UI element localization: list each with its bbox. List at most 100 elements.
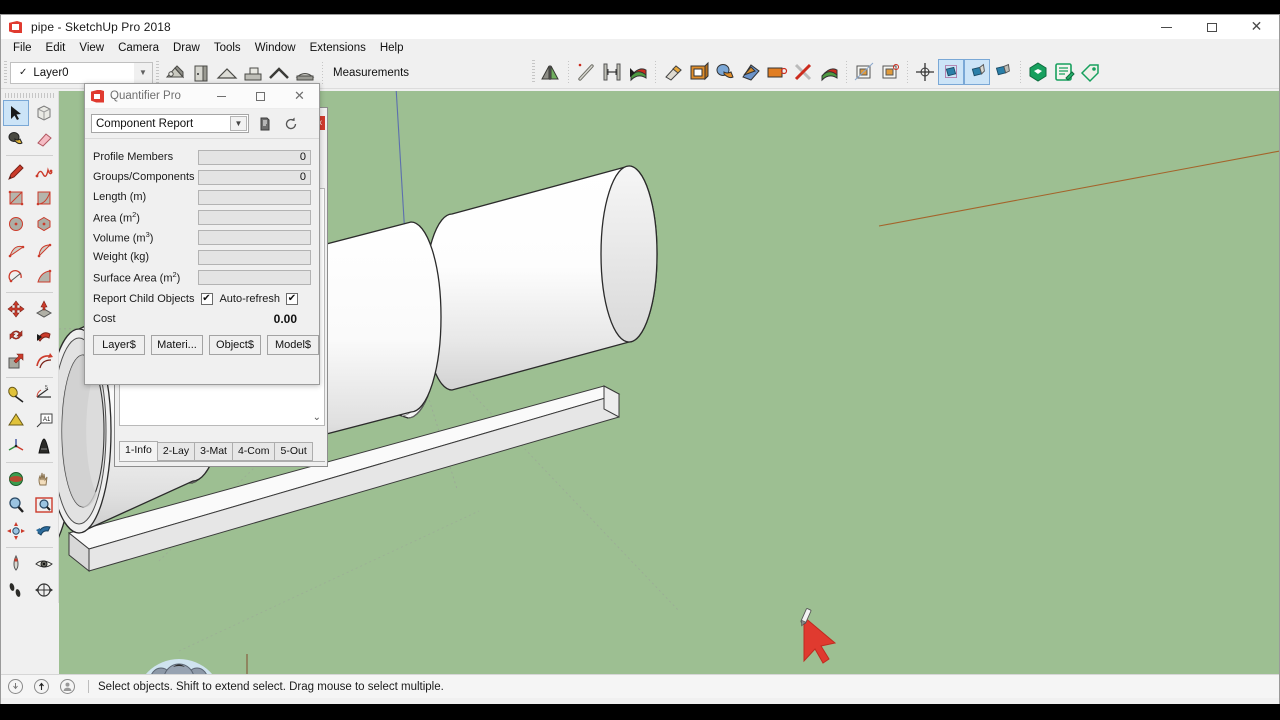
tool-select[interactable] bbox=[2, 100, 29, 126]
tool-section-plane[interactable] bbox=[31, 577, 57, 603]
tool-protractor[interactable]: 5 bbox=[31, 381, 57, 407]
field-value[interactable]: 0 bbox=[198, 169, 311, 185]
chevron-down-icon[interactable]: ▼ bbox=[230, 116, 247, 131]
chevron-down-icon[interactable]: ▼ bbox=[134, 62, 152, 83]
tag-icon[interactable] bbox=[764, 59, 790, 85]
field-value[interactable] bbox=[198, 249, 311, 265]
tool-rotated-rectangle[interactable] bbox=[31, 185, 57, 211]
menu-camera[interactable]: Camera bbox=[111, 40, 166, 56]
dialog-minimize-button[interactable] bbox=[202, 84, 241, 109]
palette-grip[interactable] bbox=[5, 93, 54, 98]
field-value[interactable] bbox=[198, 229, 311, 245]
tool-pie[interactable] bbox=[31, 263, 57, 289]
tool-arc[interactable] bbox=[3, 237, 29, 263]
menu-view[interactable]: View bbox=[72, 40, 111, 56]
door-icon[interactable] bbox=[188, 60, 214, 86]
info-icon[interactable] bbox=[34, 679, 49, 694]
tool-zoom-extents[interactable] bbox=[3, 518, 29, 544]
component-icon[interactable] bbox=[162, 60, 188, 86]
follow-me-icon[interactable] bbox=[625, 59, 651, 85]
material-cost-button[interactable]: Materi... bbox=[151, 335, 203, 355]
tab-1-info[interactable]: 1-Info bbox=[119, 441, 158, 461]
menu-window[interactable]: Window bbox=[248, 40, 303, 56]
tool-text[interactable]: A1 bbox=[31, 407, 57, 433]
tool-orbit[interactable] bbox=[3, 466, 29, 492]
minimize-button[interactable] bbox=[1144, 15, 1189, 39]
chevron-down-icon[interactable]: ⌄ bbox=[313, 412, 321, 423]
tool-scale[interactable] bbox=[3, 348, 29, 374]
tool-push-pull[interactable] bbox=[31, 296, 57, 322]
gable-icon[interactable] bbox=[266, 60, 292, 86]
orbit-model-icon[interactable] bbox=[938, 59, 964, 85]
auto-refresh-checkbox[interactable]: ✔ bbox=[286, 293, 298, 305]
tool-offset[interactable] bbox=[31, 348, 57, 374]
dialog-close-button[interactable]: ✕ bbox=[280, 84, 319, 109]
tool-circle[interactable] bbox=[3, 211, 29, 237]
tool-follow-me[interactable] bbox=[31, 322, 57, 348]
refresh-button[interactable] bbox=[281, 114, 301, 134]
field-value[interactable] bbox=[198, 269, 311, 285]
tool-two-point-arc[interactable] bbox=[31, 237, 57, 263]
slab-icon[interactable] bbox=[292, 60, 318, 86]
tab-3-mat[interactable]: 3-Mat bbox=[194, 442, 233, 461]
roof-icon[interactable] bbox=[214, 60, 240, 86]
orbit-model-2-icon[interactable] bbox=[964, 59, 990, 85]
tool-dimension[interactable] bbox=[3, 407, 29, 433]
dialog-title-bar[interactable]: Quantifier Pro ✕ bbox=[85, 84, 319, 109]
dialog-maximize-button[interactable] bbox=[241, 84, 280, 109]
tool-pan[interactable] bbox=[31, 466, 57, 492]
tool-zoom-window[interactable] bbox=[31, 492, 57, 518]
tool-position-camera[interactable] bbox=[3, 551, 29, 577]
tool-pencil[interactable] bbox=[3, 159, 29, 185]
toolbar-grip[interactable] bbox=[4, 60, 7, 85]
follow-me-2-icon[interactable] bbox=[816, 59, 842, 85]
section-plane-icon[interactable] bbox=[851, 59, 877, 85]
rotate-tool-icon[interactable] bbox=[738, 59, 764, 85]
orbit-model-3-icon[interactable] bbox=[990, 59, 1016, 85]
layer-cost-button[interactable]: Layer$ bbox=[93, 335, 145, 355]
paint-bucket-icon[interactable] bbox=[712, 59, 738, 85]
tool-look-around[interactable] bbox=[31, 551, 57, 577]
tool-rectangle[interactable] bbox=[3, 185, 29, 211]
eraser-3d-icon[interactable] bbox=[660, 59, 686, 85]
menu-file[interactable]: File bbox=[6, 40, 39, 56]
stairs-icon[interactable] bbox=[240, 60, 266, 86]
menu-tools[interactable]: Tools bbox=[207, 40, 248, 56]
menu-draw[interactable]: Draw bbox=[166, 40, 207, 56]
tool-axes[interactable] bbox=[3, 433, 29, 459]
toolbar-grip-2[interactable] bbox=[156, 60, 159, 85]
tool-tape-measure[interactable] bbox=[3, 381, 29, 407]
field-value[interactable] bbox=[198, 209, 311, 225]
tool-3d-text[interactable] bbox=[31, 433, 57, 459]
tool-polygon[interactable] bbox=[31, 211, 57, 237]
report-icon[interactable] bbox=[1051, 59, 1077, 85]
tool-previous-view[interactable] bbox=[31, 518, 57, 544]
line-icon[interactable] bbox=[573, 59, 599, 85]
menu-help[interactable]: Help bbox=[373, 40, 411, 56]
field-value[interactable]: 0 bbox=[198, 149, 311, 165]
axes-icon[interactable] bbox=[912, 59, 938, 85]
report-child-objects-checkbox[interactable]: ✔ bbox=[200, 293, 213, 305]
flip-along-icon[interactable] bbox=[538, 59, 564, 85]
tab-4-com[interactable]: 4-Com bbox=[231, 442, 276, 461]
tool-rotate[interactable] bbox=[3, 322, 29, 348]
menu-extensions[interactable]: Extensions bbox=[303, 40, 373, 56]
tool-paint-bucket[interactable] bbox=[3, 126, 29, 152]
help-icon[interactable] bbox=[8, 679, 23, 694]
copy-report-button[interactable] bbox=[255, 114, 275, 134]
maximize-button[interactable] bbox=[1189, 15, 1234, 39]
field-value[interactable] bbox=[198, 189, 311, 205]
quantifier-pro-dialog[interactable]: Quantifier Pro ✕ Component Report ▼ Prof… bbox=[84, 83, 320, 385]
tool-zoom[interactable] bbox=[3, 492, 29, 518]
tool-move[interactable] bbox=[3, 296, 29, 322]
section-cut-icon[interactable] bbox=[877, 59, 903, 85]
tool-eraser[interactable] bbox=[31, 126, 57, 152]
push-pull-icon[interactable] bbox=[686, 59, 712, 85]
report-type-select[interactable]: Component Report ▼ bbox=[91, 114, 249, 133]
menu-edit[interactable]: Edit bbox=[39, 40, 73, 56]
tool-walk[interactable] bbox=[3, 577, 29, 603]
tool-make-component[interactable] bbox=[31, 100, 57, 126]
toolbar-grip-3[interactable] bbox=[532, 60, 535, 84]
close-button[interactable]: ✕ bbox=[1234, 15, 1279, 39]
tab-5-out[interactable]: 5-Out bbox=[274, 442, 313, 461]
